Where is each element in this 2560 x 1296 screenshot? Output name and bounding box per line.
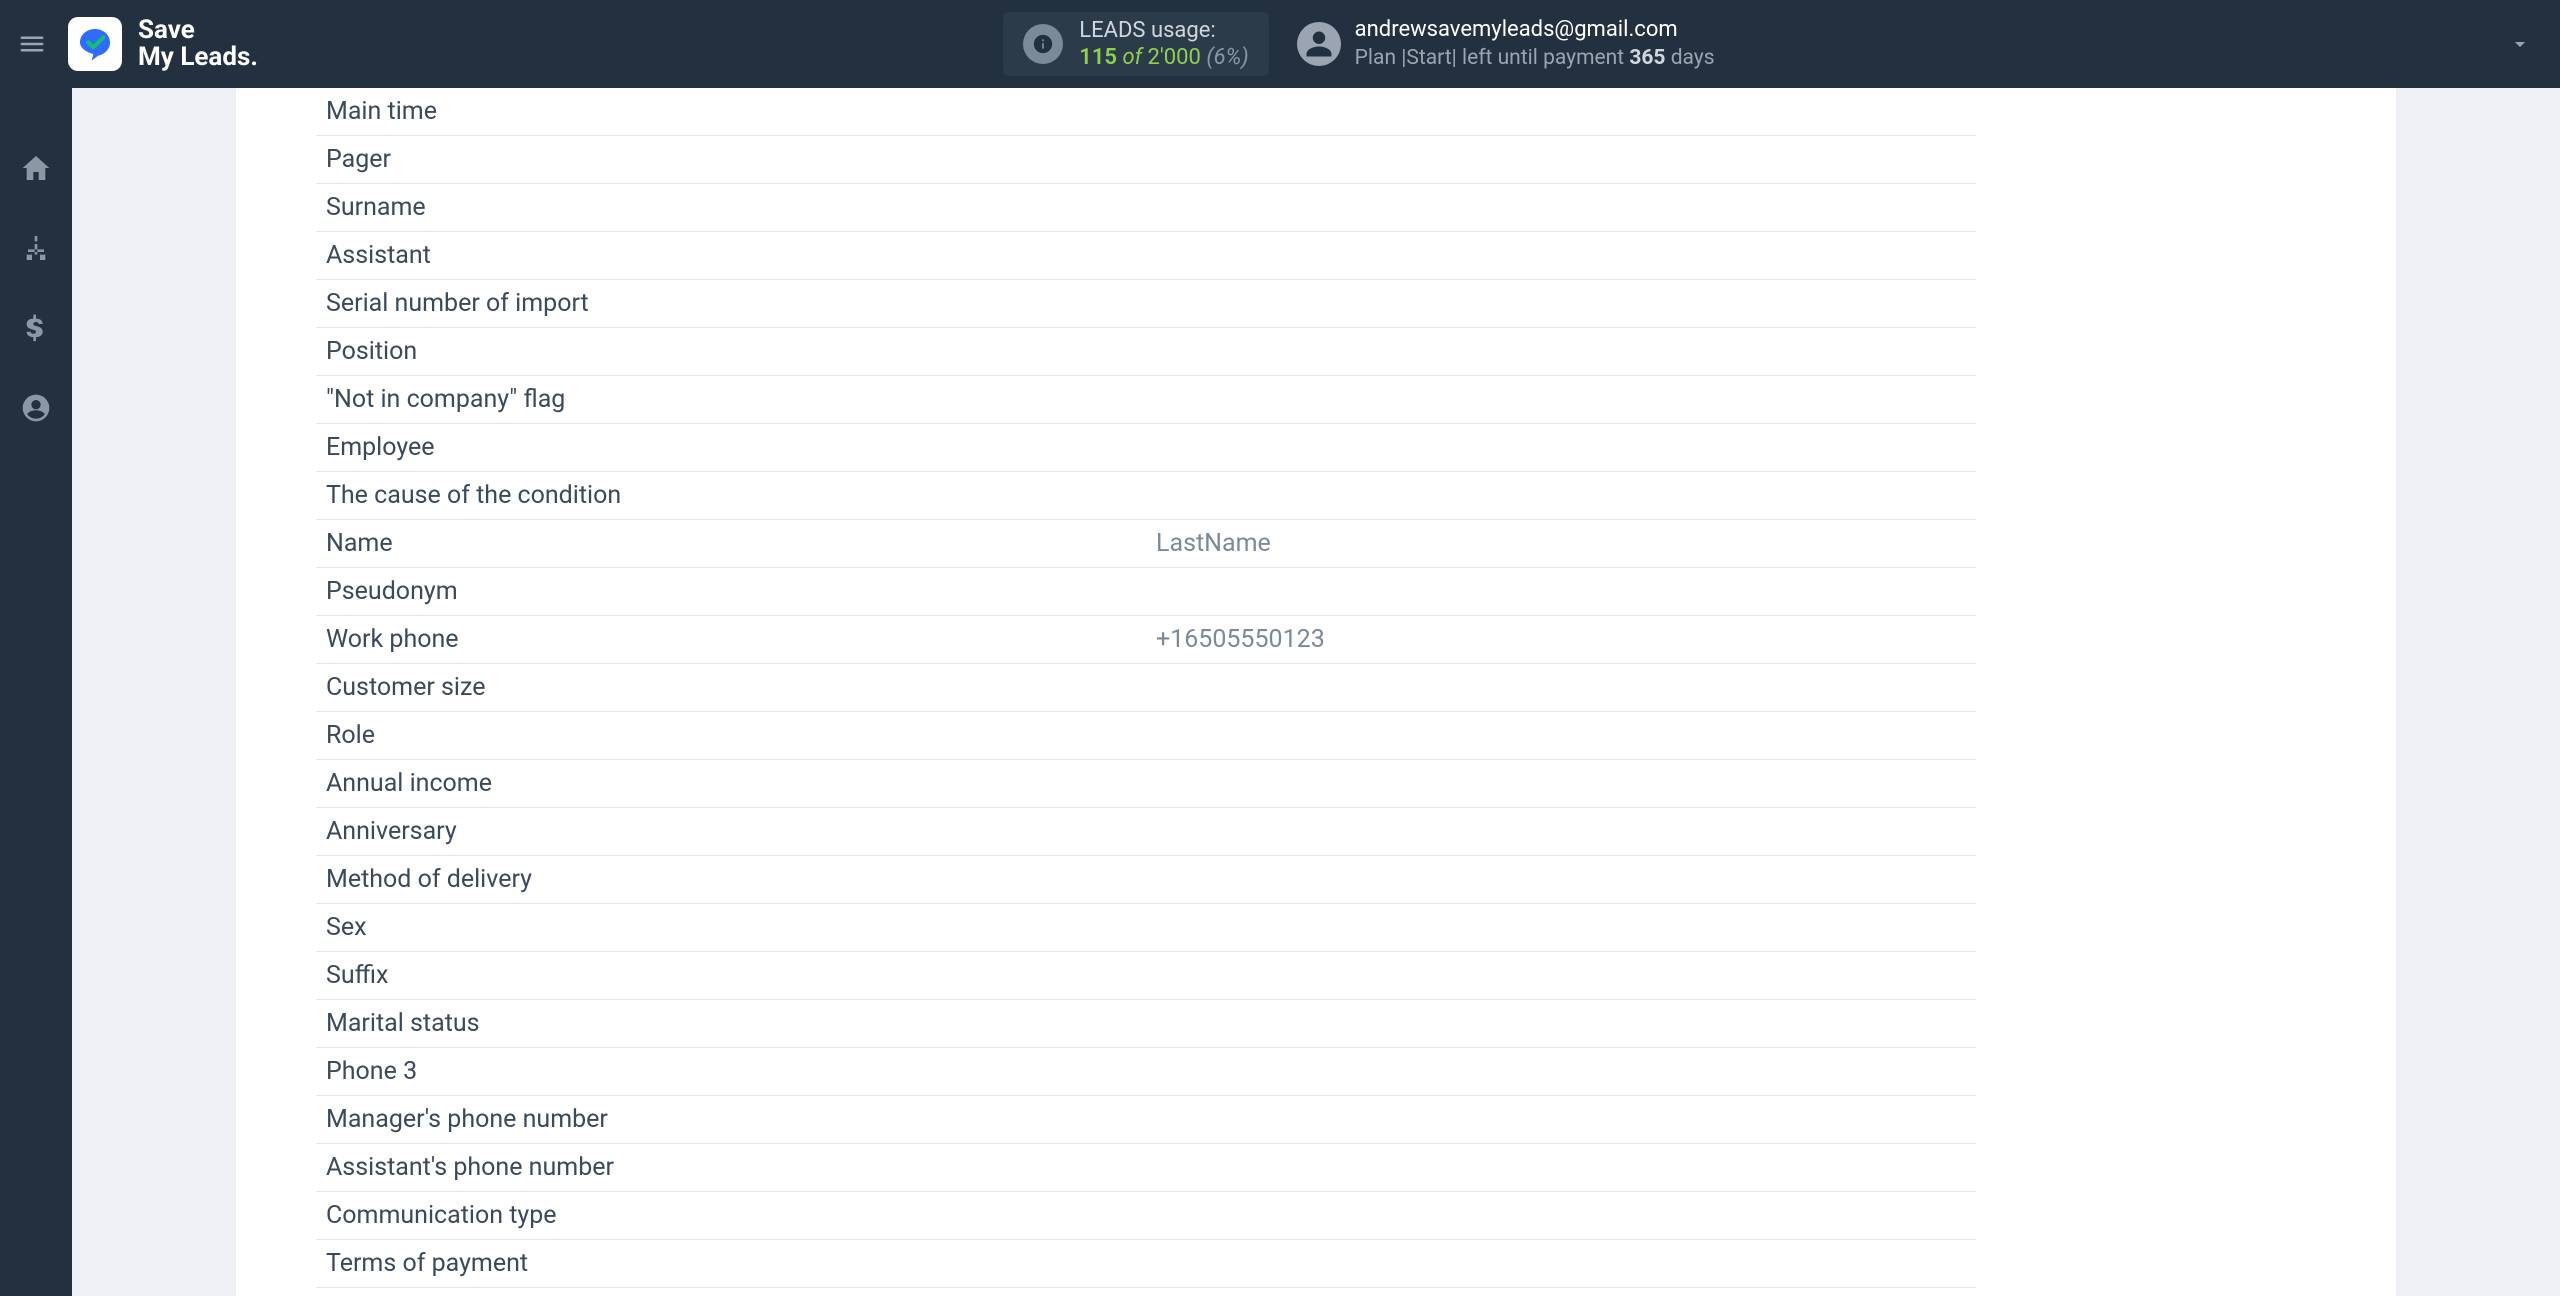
usage-text: LEADS usage: 115 of 2'000 (6%)	[1079, 17, 1248, 72]
avatar-icon	[1297, 22, 1341, 66]
field-label: Pseudonym	[326, 577, 1156, 606]
user-email: andrewsavemyleads@gmail.com	[1355, 16, 1715, 45]
field-row[interactable]: Suffix	[316, 952, 1976, 1000]
field-row[interactable]: Main time	[316, 88, 1976, 136]
field-label: The cause of the condition	[326, 481, 1156, 510]
field-label: Communication type	[326, 1201, 1156, 1230]
field-label: Position	[326, 337, 1156, 366]
dollar-icon	[20, 312, 52, 344]
field-label: Serial number of import	[326, 289, 1156, 318]
field-label: Work phone	[326, 625, 1156, 654]
field-row[interactable]: "Not in company" flag	[316, 376, 1976, 424]
left-sidebar	[0, 88, 72, 1296]
plan-prefix: Plan |Start| left until payment	[1355, 46, 1624, 70]
logo-text: Save My Leads.	[138, 17, 258, 72]
field-row[interactable]: Customer size	[316, 664, 1976, 712]
app-header: Save My Leads. LEADS usage: 115 of 2'000…	[0, 0, 2560, 88]
fields-list: Main time Pager Surname Assistant Serial num…	[236, 88, 2396, 1288]
field-row[interactable]: Pseudonym	[316, 568, 1976, 616]
field-label: Role	[326, 721, 1156, 750]
usage-label: LEADS usage:	[1079, 17, 1248, 45]
field-row[interactable]: The cause of the condition	[316, 472, 1976, 520]
field-row[interactable]: Manager's phone number	[316, 1096, 1976, 1144]
field-label: Customer size	[326, 673, 1156, 702]
field-row[interactable]: Phone 3	[316, 1048, 1976, 1096]
plan-days-number: 365	[1629, 46, 1665, 70]
field-label: Suffix	[326, 961, 1156, 990]
field-row[interactable]: Communication type	[316, 1192, 1976, 1240]
content-area: Main time Pager Surname Assistant Serial num…	[72, 88, 2560, 1296]
usage-total: 2'000	[1148, 45, 1201, 70]
usage-percent: (6%)	[1206, 45, 1248, 70]
field-label: Assistant	[326, 241, 1156, 270]
field-row[interactable]: Method of delivery	[316, 856, 1976, 904]
field-row[interactable]: Marital status	[316, 1000, 1976, 1048]
field-value: +16505550123	[1156, 625, 1325, 654]
field-row[interactable]: Sex	[316, 904, 1976, 952]
user-plan: Plan |Start| left until payment 365 days	[1355, 45, 1715, 72]
sidebar-item-account[interactable]	[14, 386, 58, 430]
field-label: Name	[326, 529, 1156, 558]
hamburger-icon	[17, 29, 47, 59]
field-row[interactable]: Anniversary	[316, 808, 1976, 856]
plan-days-suffix: days	[1671, 46, 1715, 70]
field-value: LastName	[1156, 529, 1271, 558]
logo-icon	[68, 17, 122, 71]
logo[interactable]: Save My Leads.	[68, 17, 258, 72]
field-row[interactable]: Work phone+16505550123	[316, 616, 1976, 664]
sidebar-item-billing[interactable]	[14, 306, 58, 350]
usage-of: of	[1122, 45, 1142, 70]
field-label: Phone 3	[326, 1057, 1156, 1086]
fields-card: Main time Pager Surname Assistant Serial num…	[236, 88, 2396, 1296]
field-row[interactable]: Role	[316, 712, 1976, 760]
usage-current: 115	[1079, 45, 1117, 70]
field-row[interactable]: NameLastName	[316, 520, 1976, 568]
usage-numbers: 115 of 2'000 (6%)	[1079, 44, 1248, 72]
field-label: Main time	[326, 97, 1156, 126]
user-text: andrewsavemyleads@gmail.com Plan |Start|…	[1355, 16, 1715, 72]
sidebar-item-home[interactable]	[14, 146, 58, 190]
field-row[interactable]: Pager	[316, 136, 1976, 184]
sidebar-item-connections[interactable]	[14, 226, 58, 270]
field-row[interactable]: Annual income	[316, 760, 1976, 808]
field-label: Marital status	[326, 1009, 1156, 1038]
checkmark-bubble-icon	[75, 24, 115, 64]
field-label: Employee	[326, 433, 1156, 462]
header-expand-button[interactable]	[2500, 24, 2540, 64]
field-row[interactable]: Serial number of import	[316, 280, 1976, 328]
field-row[interactable]: Terms of payment	[316, 1240, 1976, 1288]
field-label: Surname	[326, 193, 1156, 222]
logo-line-1: Save	[138, 17, 258, 44]
leads-usage-box[interactable]: LEADS usage: 115 of 2'000 (6%)	[1003, 12, 1268, 76]
field-label: Method of delivery	[326, 865, 1156, 894]
field-label: Manager's phone number	[326, 1105, 1156, 1134]
field-label: Sex	[326, 913, 1156, 942]
menu-toggle-button[interactable]	[10, 22, 54, 66]
field-label: "Not in company" flag	[326, 385, 1156, 414]
field-row[interactable]: Assistant's phone number	[316, 1144, 1976, 1192]
user-circle-icon	[20, 392, 52, 424]
info-icon	[1023, 24, 1063, 64]
logo-line-2: My Leads.	[138, 44, 258, 71]
field-label: Assistant's phone number	[326, 1153, 1156, 1182]
field-row[interactable]: Assistant	[316, 232, 1976, 280]
field-label: Pager	[326, 145, 1156, 174]
field-row[interactable]: Employee	[316, 424, 1976, 472]
chevron-down-icon	[2508, 32, 2532, 56]
field-label: Terms of payment	[326, 1249, 1156, 1278]
home-icon	[20, 152, 52, 184]
field-label: Annual income	[326, 769, 1156, 798]
sitemap-icon	[20, 232, 52, 264]
field-row[interactable]: Surname	[316, 184, 1976, 232]
field-row[interactable]: Position	[316, 328, 1976, 376]
user-account-box[interactable]: andrewsavemyleads@gmail.com Plan |Start|…	[1297, 16, 1715, 72]
field-label: Anniversary	[326, 817, 1156, 846]
